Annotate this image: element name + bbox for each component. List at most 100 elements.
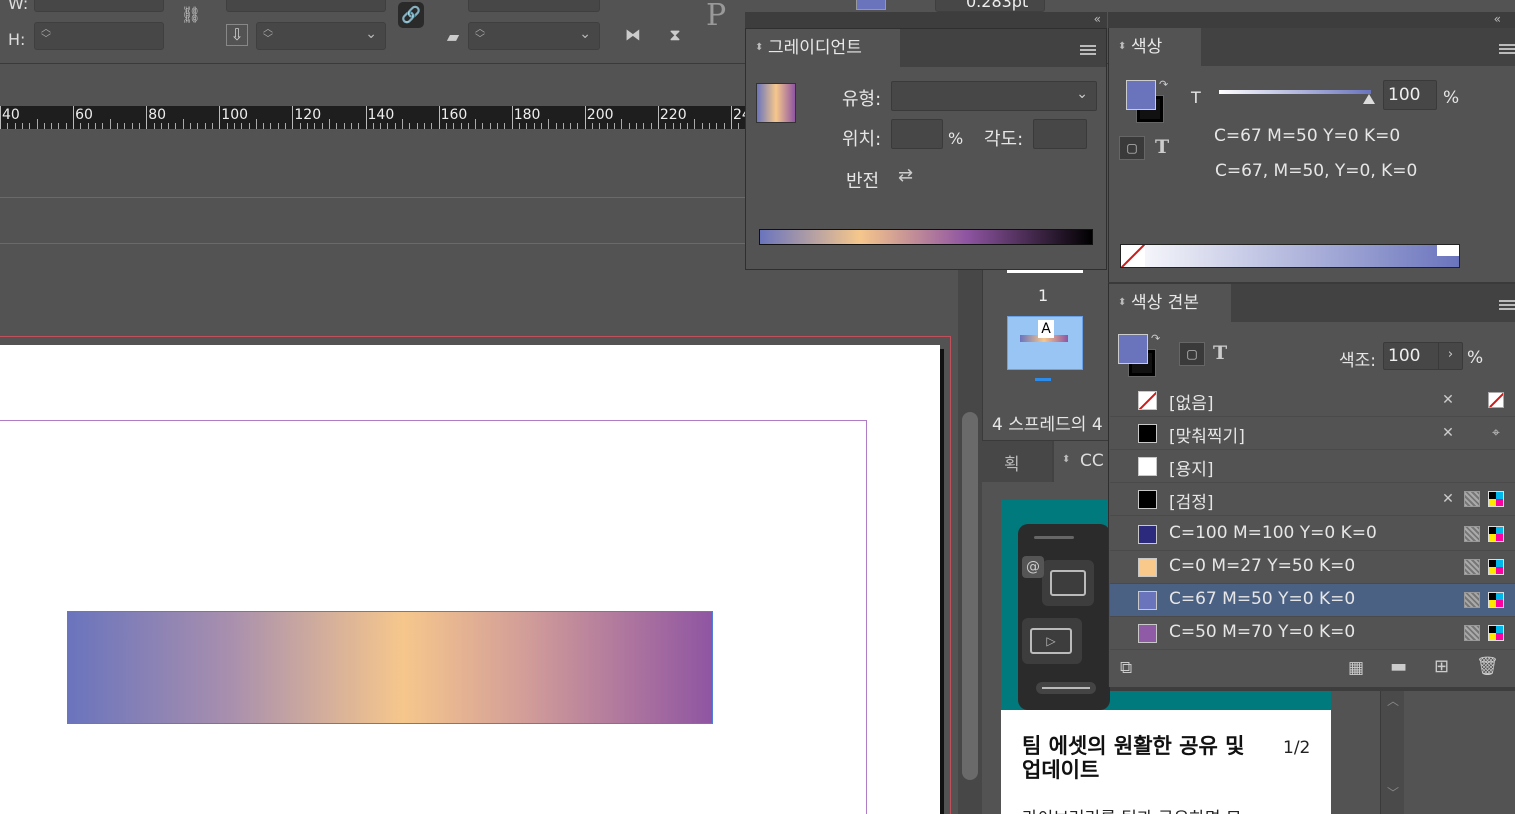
ruler-tick-label: 180 bbox=[513, 107, 541, 123]
ruler-tick-label: 120 bbox=[294, 107, 322, 123]
ruler-minor-tick bbox=[489, 123, 491, 129]
panel-resize-handle[interactable] bbox=[1110, 687, 1515, 691]
rotate-field[interactable] bbox=[468, 0, 600, 12]
collapse-icon[interactable]: « bbox=[1094, 12, 1101, 26]
collapse-icon-2[interactable]: « bbox=[1494, 12, 1501, 26]
panel-menu-icon[interactable] bbox=[1499, 300, 1515, 312]
tab-stroke[interactable]: 획 bbox=[982, 441, 1052, 483]
ruler-minor-tick bbox=[182, 119, 184, 129]
delete-swatch-icon[interactable]: 🗑 bbox=[1476, 656, 1499, 677]
chevron-right-icon[interactable]: › bbox=[1438, 343, 1462, 369]
ruler-minor-tick bbox=[694, 119, 696, 129]
tint-field[interactable]: 100 bbox=[1383, 80, 1437, 110]
tint-field[interactable]: 100 › bbox=[1383, 342, 1463, 370]
ruler-tick-label: 140 bbox=[367, 107, 395, 123]
ruler-minor-tick bbox=[394, 123, 396, 129]
ruler-minor-tick bbox=[87, 123, 89, 129]
tab-color-label: 색상 bbox=[1131, 37, 1163, 57]
place-swatches-icon[interactable]: ⧉ bbox=[1120, 658, 1132, 678]
fill-swatch-mini[interactable] bbox=[856, 0, 886, 10]
ruler-minor-tick bbox=[51, 123, 53, 129]
ruler-minor-tick bbox=[109, 119, 111, 129]
text-frame-icon[interactable]: P bbox=[706, 0, 726, 33]
ruler-minor-tick bbox=[555, 123, 557, 129]
gradient-preview-swatch[interactable] bbox=[756, 83, 796, 123]
ruler-minor-tick bbox=[409, 123, 411, 129]
scrollbar-thumb[interactable] bbox=[962, 412, 978, 780]
formatting-text-icon[interactable]: T bbox=[1155, 136, 1169, 158]
white-swatch[interactable] bbox=[1437, 245, 1459, 256]
swatch-row-cmyk-1[interactable]: C=100 M=100 Y=0 K=0 bbox=[1110, 518, 1515, 551]
formatting-text-icon[interactable]: T bbox=[1213, 342, 1227, 364]
swatch-views-icon[interactable]: ▦ bbox=[1348, 658, 1364, 678]
swatch-row-cmyk-4[interactable]: C=50 M=70 Y=0 K=0 bbox=[1110, 617, 1515, 650]
height-field[interactable]: ︿ ﹀ bbox=[34, 22, 164, 50]
cc-panel-tabs: 획 ⬍ CC bbox=[982, 440, 1110, 483]
width-field[interactable] bbox=[34, 0, 164, 12]
ruler-minor-tick bbox=[540, 123, 542, 129]
ruler-minor-tick bbox=[102, 123, 104, 129]
swatch-chip bbox=[1138, 424, 1157, 443]
swatch-label: C=67 M=50 Y=0 K=0 bbox=[1169, 589, 1356, 609]
tint-slider-track[interactable] bbox=[1219, 90, 1371, 94]
fill-swatch[interactable] bbox=[1118, 334, 1148, 364]
stroke-weight-field[interactable]: 0.283pt bbox=[935, 0, 1045, 12]
gradient-ramp[interactable] bbox=[759, 229, 1093, 245]
ruler-minor-tick bbox=[562, 123, 564, 129]
swatch-row-black[interactable]: [검정] ✕ bbox=[1110, 483, 1515, 516]
formatting-container-icon[interactable]: ▢ bbox=[1119, 136, 1145, 160]
shear-icon: ▰ bbox=[446, 27, 460, 46]
ruler-minor-tick bbox=[153, 123, 155, 129]
swap-icon[interactable]: ↷ bbox=[1159, 78, 1168, 91]
swatch-row-cmyk-3[interactable]: C=67 M=50 Y=0 K=0 bbox=[1110, 584, 1515, 617]
ruler-minor-tick bbox=[314, 123, 316, 129]
link-icon[interactable]: 🔗 bbox=[398, 2, 424, 28]
reverse-gradient-icon[interactable]: ⇄ bbox=[898, 165, 922, 189]
scale-x-field[interactable] bbox=[226, 0, 386, 12]
angle-field[interactable] bbox=[1033, 119, 1087, 149]
position-percent: % bbox=[948, 129, 964, 148]
ruler-major-tick bbox=[584, 106, 586, 129]
cc-scrollbar[interactable]: ︿ ﹀ bbox=[1380, 690, 1404, 814]
new-swatch-icon[interactable]: ⊞ bbox=[1434, 656, 1449, 677]
horizontal-ruler[interactable]: 40 60 80 100 120 140 160 180 200 220 24 bbox=[0, 106, 745, 130]
swatches-footer bbox=[1109, 667, 1515, 689]
swatch-row-registration[interactable]: [맞춰찍기] ✕ ⌖ bbox=[1110, 417, 1515, 450]
ruler-minor-tick bbox=[679, 123, 681, 129]
fill-swatch[interactable] bbox=[1126, 80, 1156, 110]
master-page-label: A bbox=[1038, 320, 1054, 338]
constrain-proportions-icon[interactable]: ⛓ bbox=[178, 2, 204, 28]
swatch-row-cmyk-2[interactable]: C=0 M=27 Y=50 K=0 bbox=[1110, 551, 1515, 584]
ruler-tick-label: 220 bbox=[659, 107, 687, 123]
ruler-minor-tick bbox=[423, 123, 425, 129]
flip-vertical-icon[interactable]: ⧗ bbox=[662, 22, 688, 48]
ruler-minor-tick bbox=[358, 123, 360, 129]
ruler-tick-label: 24 bbox=[733, 107, 745, 123]
shear-field[interactable]: ︿ ﹀ ⌄ bbox=[468, 22, 600, 50]
formatting-container-icon[interactable]: ▢ bbox=[1179, 342, 1205, 366]
flip-horizontal-icon[interactable]: ⧓ bbox=[620, 22, 646, 48]
ruler-minor-tick bbox=[628, 123, 630, 129]
tint-slider-handle[interactable] bbox=[1363, 94, 1375, 104]
ruler-minor-tick bbox=[285, 123, 287, 129]
panel-menu-icon[interactable] bbox=[1080, 45, 1096, 57]
type-dropdown[interactable]: ⌄ bbox=[891, 81, 1097, 111]
swatch-row-paper[interactable]: [용지] bbox=[1110, 450, 1515, 483]
tab-swatches[interactable]: ⬍ 색상 견본 bbox=[1109, 284, 1231, 324]
scale-y-field[interactable]: ︿ ﹀ ⌄ bbox=[256, 22, 386, 50]
swatch-row-none[interactable]: [없음] ✕ bbox=[1110, 384, 1515, 417]
none-swatch-icon[interactable] bbox=[1121, 245, 1145, 267]
panel-menu-icon[interactable] bbox=[1499, 44, 1515, 56]
gradient-rectangle[interactable] bbox=[67, 611, 713, 724]
color-readout: C=67 M=50 Y=0 K=0 bbox=[1214, 126, 1401, 146]
ruler-major-tick bbox=[73, 106, 75, 129]
tab-gradient[interactable]: ⬍ 그레이디언트 bbox=[746, 29, 900, 67]
swap-icon[interactable]: ↷ bbox=[1151, 332, 1160, 345]
color-spectrum-ramp[interactable] bbox=[1120, 244, 1460, 268]
position-field[interactable] bbox=[891, 119, 943, 149]
folder-icon[interactable]: ▬ bbox=[1390, 656, 1407, 677]
tab-color[interactable]: ⬍ 색상 bbox=[1109, 28, 1201, 66]
bleed-guide-vertical bbox=[950, 336, 951, 814]
tab-cc-libraries[interactable]: ⬍ CC bbox=[1054, 441, 1110, 483]
none-swatch-icon bbox=[1138, 391, 1157, 410]
